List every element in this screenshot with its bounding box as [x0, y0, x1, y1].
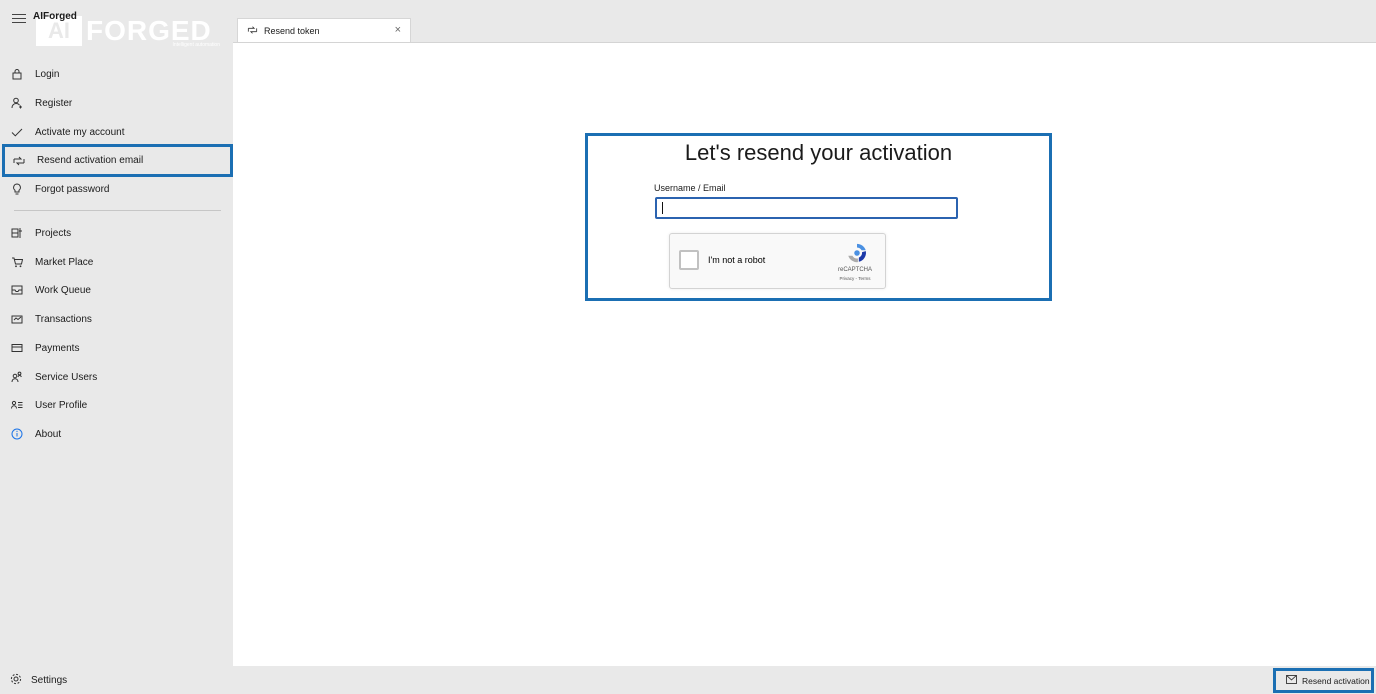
sidebar-item-label: Market Place — [35, 256, 94, 268]
resend-icon — [12, 154, 26, 168]
sidebar-item-label: Work Queue — [35, 284, 91, 296]
app-title: AIForged — [33, 11, 77, 22]
sidebar-item-activate[interactable]: Activate my account — [0, 118, 233, 146]
tab-label: Resend token — [264, 25, 320, 36]
recaptcha-brand: reCAPTCHA — [837, 267, 872, 273]
sidebar-item-label: Service Users — [35, 371, 98, 383]
profile-icon — [10, 398, 24, 412]
person-add-icon — [10, 96, 24, 110]
sidebar-item-label: Transactions — [35, 313, 92, 325]
sidebar: AI FORGED Intelligent automation AIForge… — [0, 0, 233, 694]
card-icon — [10, 341, 24, 355]
sidebar-item-settings[interactable]: Settings — [0, 666, 233, 694]
form-title: Let's resend your activation — [684, 140, 953, 165]
sidebar-item-register[interactable]: Register — [0, 89, 233, 117]
recaptcha-logo-icon — [848, 243, 866, 263]
sidebar-item-label: Login — [35, 68, 60, 80]
sidebar-item-forgot-password[interactable]: Forgot password — [0, 175, 233, 203]
sidebar-item-label: Register — [35, 97, 73, 109]
sidebar-item-label: Forgot password — [35, 183, 110, 195]
sidebar-item-label: Resend activation email — [37, 155, 144, 166]
sidebar-item-label: Activate my account — [35, 126, 125, 138]
lock-icon — [10, 67, 24, 81]
sidebar-item-user-profile[interactable]: User Profile — [0, 391, 233, 419]
recaptcha-privacy-terms-link[interactable]: Privacy - Terms — [820, 276, 890, 281]
sidebar-item-login[interactable]: Login — [0, 60, 233, 88]
recaptcha-checkbox[interactable] — [679, 250, 699, 270]
tab-resend-token[interactable]: Resend token × — [237, 18, 411, 42]
settings-label: Settings — [31, 674, 68, 686]
transactions-icon — [10, 312, 24, 326]
recaptcha-label: I'm not a robot — [708, 255, 766, 265]
resend-activation-form: Let's resend your activation Username / … — [585, 133, 1052, 301]
lightbulb-icon — [10, 182, 24, 196]
info-icon — [10, 427, 24, 441]
sidebar-item-label: Payments — [35, 342, 80, 354]
tab-bar: Resend token × — [233, 13, 1376, 43]
cart-icon — [10, 255, 24, 269]
sidebar-item-label: User Profile — [35, 399, 88, 411]
resend-activation-label: Resend activation — [1302, 675, 1370, 686]
users-icon — [10, 370, 24, 384]
sidebar-item-label: Projects — [35, 227, 72, 239]
sidebar-item-resend-activation[interactable]: Resend activation email — [2, 144, 233, 177]
logo-tagline: Intelligent automation — [172, 42, 220, 48]
username-email-label: Username / Email — [654, 183, 726, 193]
sidebar-item-service-users[interactable]: Service Users — [0, 363, 233, 391]
envelope-icon — [1286, 675, 1297, 686]
sidebar-item-payments[interactable]: Payments — [0, 334, 233, 362]
sidebar-item-market-place[interactable]: Market Place — [0, 248, 233, 276]
recaptcha-widget: I'm not a robot reCAPTCHA Privacy - Term… — [669, 233, 886, 289]
projects-icon — [10, 226, 24, 240]
sidebar-item-about[interactable]: About — [0, 420, 233, 448]
close-icon[interactable]: × — [395, 24, 401, 36]
username-email-input[interactable] — [655, 197, 958, 219]
resend-icon — [247, 25, 258, 37]
inbox-icon — [10, 283, 24, 297]
checkmark-icon — [10, 125, 24, 139]
hamburger-menu-icon[interactable] — [12, 14, 26, 24]
gear-icon — [10, 673, 22, 688]
sidebar-divider — [14, 210, 221, 211]
app-header: AI FORGED Intelligent automation AIForge… — [0, 0, 233, 52]
sidebar-item-transactions[interactable]: Transactions — [0, 305, 233, 333]
text-caret — [662, 202, 663, 214]
sidebar-item-label: About — [35, 428, 62, 440]
sidebar-item-work-queue[interactable]: Work Queue — [0, 276, 233, 304]
main-content: Let's resend your activation Username / … — [233, 43, 1376, 666]
resend-activation-button[interactable]: Resend activation — [1273, 668, 1374, 693]
sidebar-item-projects[interactable]: Projects — [0, 219, 233, 247]
